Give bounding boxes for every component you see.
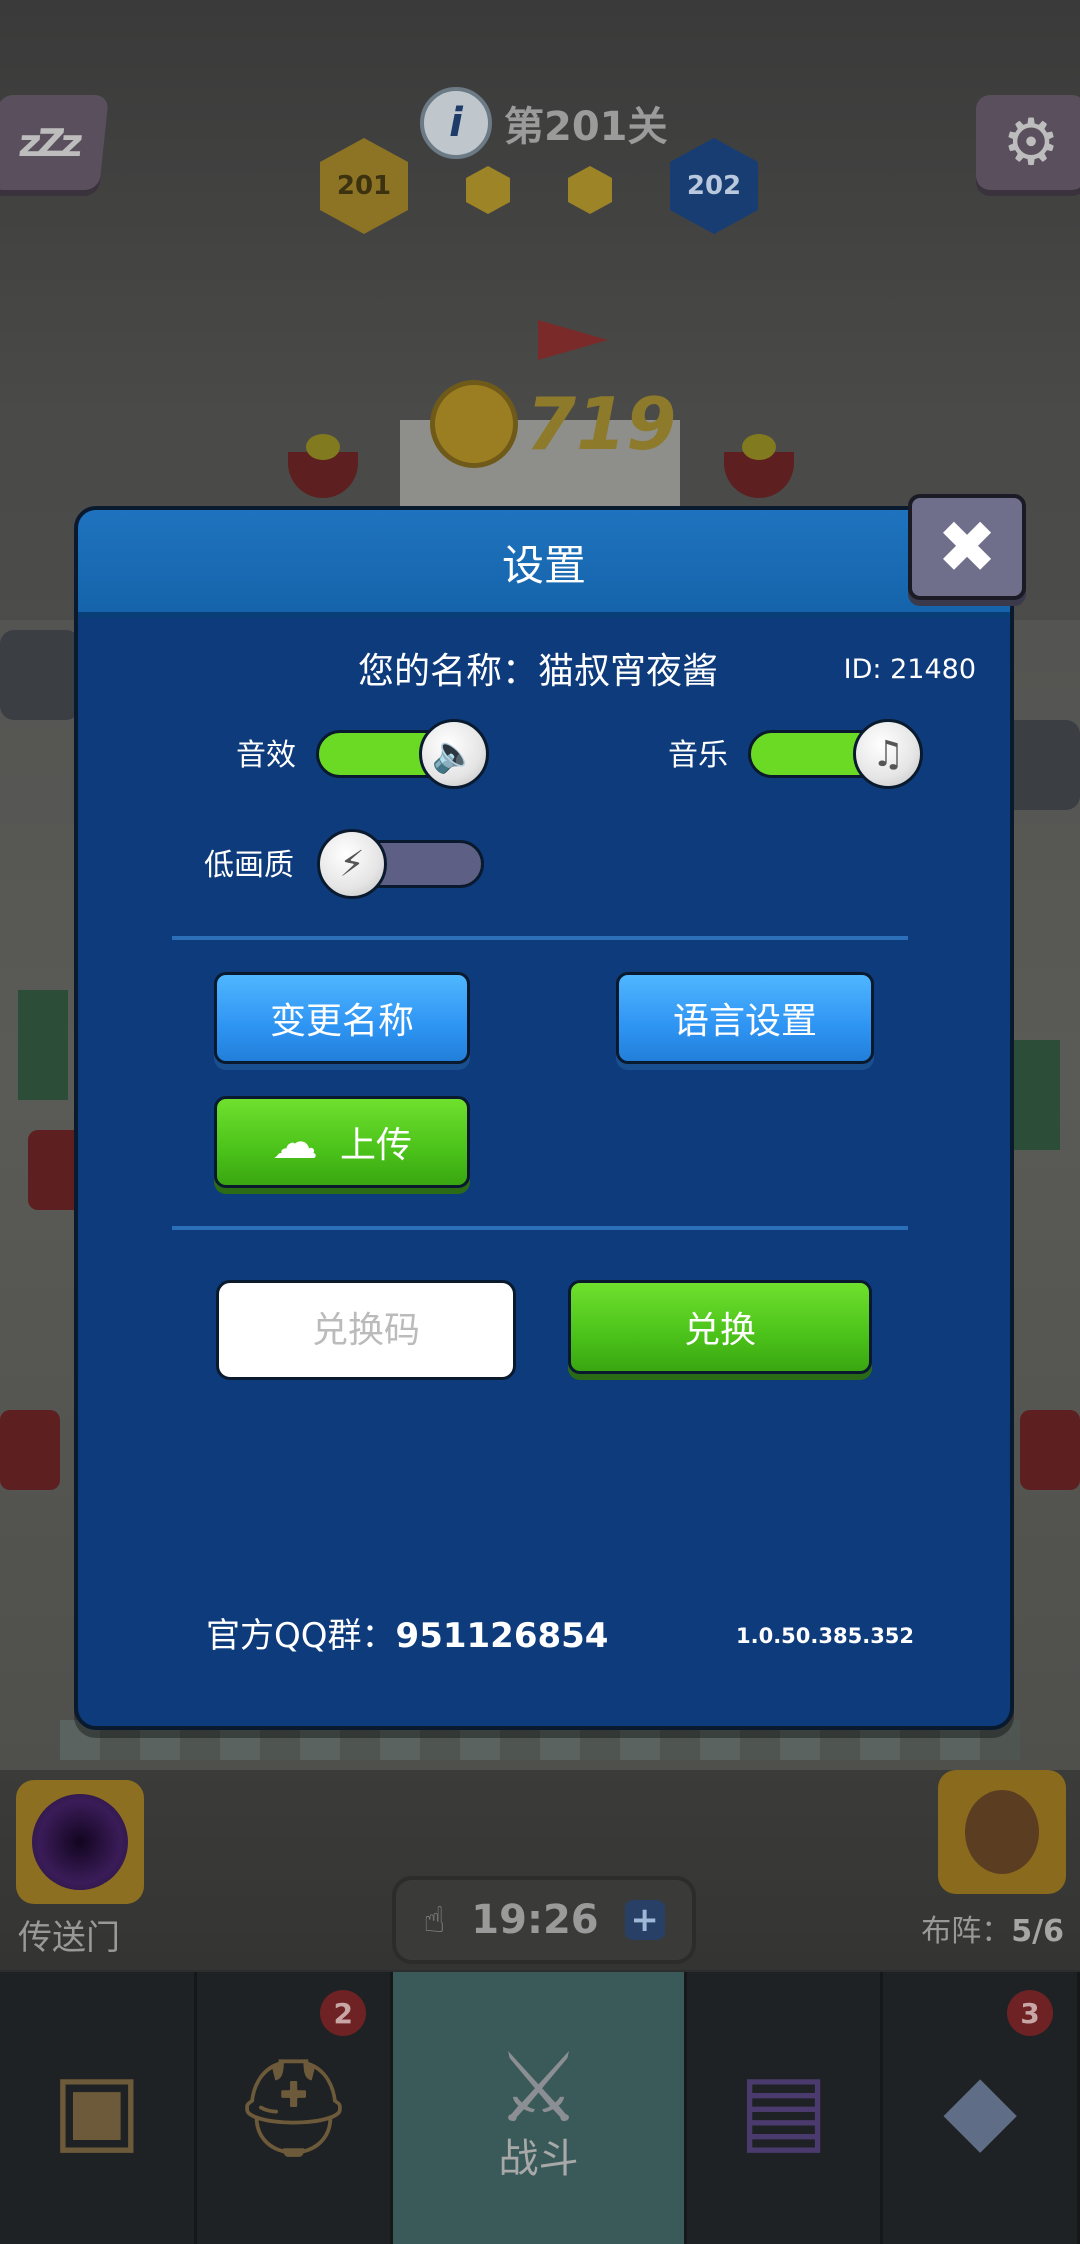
- team-label-text: 布阵：: [921, 1914, 1012, 1949]
- speaker-icon: 🔈: [419, 719, 489, 789]
- language-button[interactable]: 语言设置: [616, 972, 874, 1064]
- nav-tab-book[interactable]: ▤: [687, 1972, 884, 2244]
- dialog-header: 设置: [78, 510, 1010, 618]
- version-label: 1.0.50.385.352: [736, 1624, 915, 1648]
- rename-button-label: 变更名称: [269, 1001, 414, 1042]
- qq-group-number: 951126854: [395, 1616, 609, 1656]
- crossed-swords-icon: ⚔: [495, 2032, 582, 2144]
- team-label: 布阵：5/6: [921, 1906, 1064, 1950]
- sound-label: 音效: [236, 738, 296, 773]
- coin-value: 719: [526, 382, 677, 466]
- sound-toggle[interactable]: 🔈: [316, 719, 489, 789]
- redeem-button[interactable]: 兑换: [568, 1280, 872, 1374]
- nav-tab-chest[interactable]: ▣: [0, 1972, 197, 2244]
- info-icon[interactable]: i: [420, 87, 492, 159]
- side-item-right-3: [1020, 1410, 1080, 1490]
- music-note-icon: ♫: [853, 719, 923, 789]
- qq-group-prefix: 官方QQ群：: [206, 1616, 396, 1656]
- settings-gear-button[interactable]: ⚙: [976, 95, 1080, 190]
- amulet-icon: ◆: [943, 2052, 1018, 2164]
- settings-dialog: 设置 您的名称：猫叔宵夜酱 ID: 21480 音效 🔈 音乐 ♫ 低画质 ⚡ …: [74, 506, 1014, 1730]
- portal-label: 传送门: [18, 1918, 120, 1958]
- low-quality-toggle[interactable]: ⚡: [317, 829, 484, 899]
- upload-button[interactable]: ☁ 上传: [214, 1096, 470, 1188]
- side-item-right-2: [1010, 1040, 1060, 1150]
- coin-counter: 719: [430, 380, 676, 468]
- chest-icon: ▣: [51, 2052, 143, 2164]
- heroes-badge: 2: [320, 1990, 367, 2036]
- sleep-icon: zZz: [16, 120, 82, 165]
- redeem-code-input[interactable]: [216, 1280, 516, 1380]
- nav-tab-amulet[interactable]: ◆ 3: [883, 1972, 1080, 2244]
- rename-button[interactable]: 变更名称: [214, 972, 470, 1064]
- timer-pill: ☝ 19:26 +: [392, 1876, 696, 1964]
- level-title: 第201关: [504, 104, 668, 150]
- nav-tab-heroes[interactable]: ⛑ 2: [197, 1972, 394, 2244]
- upload-button-label: 上传: [339, 1125, 412, 1166]
- divider-1: [172, 936, 908, 940]
- helmet-icon: ⛑: [232, 2052, 355, 2164]
- player-id: ID: 21480: [843, 654, 976, 685]
- language-button-label: 语言设置: [672, 1001, 817, 1042]
- next-level-number: 202: [686, 171, 742, 201]
- bottom-nav: ▣ ⛑ 2 ⚔ 战斗 ▤ ◆ 3: [0, 1972, 1080, 2244]
- close-icon: ✖: [936, 505, 998, 589]
- gear-icon: ⚙: [1002, 105, 1060, 180]
- divider-2: [172, 1226, 908, 1230]
- book-icon: ▤: [738, 2052, 829, 2164]
- game-screen: zZz ⚙ i 第201关 201 202 719 传送门 布阵：5/6 ☝ 1…: [0, 0, 1080, 2244]
- team-button[interactable]: [938, 1770, 1066, 1894]
- close-button[interactable]: ✖: [908, 494, 1026, 600]
- nav-tab-battle[interactable]: ⚔ 战斗: [393, 1972, 687, 2244]
- hero-icon: [965, 1790, 1039, 1874]
- lightning-icon: ⚡: [317, 829, 387, 899]
- side-item-left-1: [0, 630, 80, 720]
- tap-hand-icon: ☝: [423, 1899, 446, 1941]
- current-level-number: 201: [336, 171, 392, 201]
- music-toggle[interactable]: ♫: [748, 719, 923, 789]
- low-quality-label: 低画质: [204, 848, 294, 883]
- amulet-badge: 3: [1007, 1990, 1054, 2036]
- add-time-button[interactable]: +: [624, 1900, 665, 1940]
- dialog-title: 设置: [501, 541, 586, 590]
- sleep-button[interactable]: zZz: [0, 95, 109, 190]
- timer-text: 19:26: [471, 1897, 599, 1943]
- player-name: 您的名称：猫叔宵夜酱: [358, 651, 719, 692]
- coin-icon: [430, 380, 518, 468]
- side-item-left-4: [0, 1410, 60, 1490]
- team-count: 5/6: [1011, 1914, 1064, 1949]
- side-item-left-3: [18, 990, 68, 1100]
- nav-tab-battle-label: 战斗: [498, 2136, 579, 2182]
- portal-icon: [32, 1794, 128, 1890]
- qq-group: 官方QQ群：951126854: [206, 1608, 608, 1657]
- redeem-button-label: 兑换: [683, 1310, 756, 1351]
- cloud-upload-icon: ☁: [271, 1115, 318, 1169]
- portal-button[interactable]: [16, 1780, 144, 1904]
- level-indicator: i 第201关: [420, 87, 668, 159]
- music-label: 音乐: [668, 738, 728, 773]
